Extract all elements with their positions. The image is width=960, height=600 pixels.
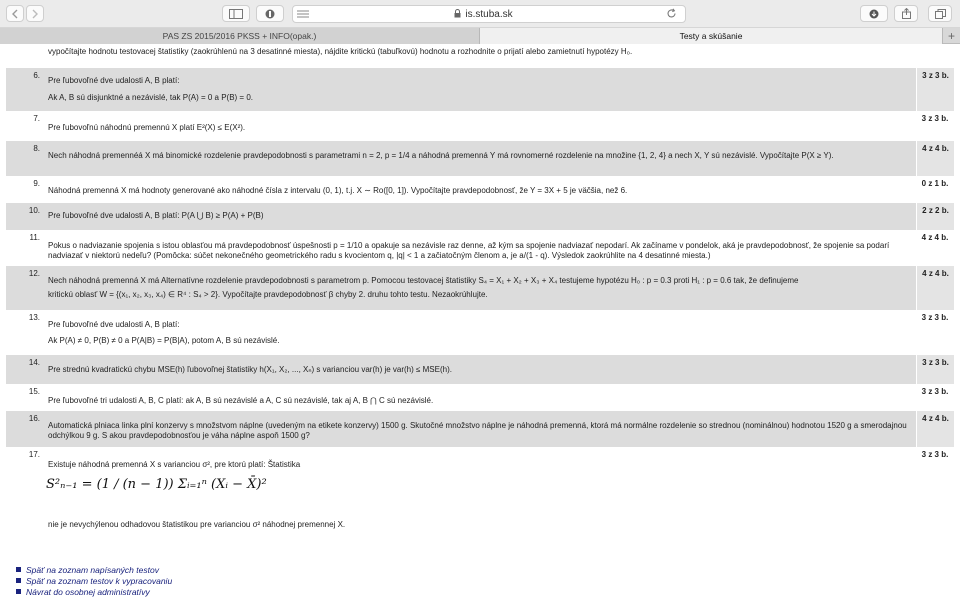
question-score: 2 z 2 b. (916, 203, 954, 230)
browser-toolbar: is.stuba.sk (0, 0, 960, 28)
back-button[interactable] (6, 5, 24, 22)
plus-icon: + (947, 29, 955, 43)
question-text: Pre ľubovoľné dve udalosti A, B platí: (48, 320, 180, 329)
link-personal-admin[interactable]: Návrat do osobnej administratívy (16, 586, 172, 597)
tab-bar: PAS ZS 2015/2016 PKSS + INFO(opak.) Test… (0, 28, 960, 44)
question-score: 3 z 3 b. (916, 447, 954, 537)
chevron-right-icon (32, 9, 38, 18)
question-score: 4 z 4 b. (916, 230, 954, 266)
question-number: 14. (28, 358, 40, 367)
question-number: 13. (28, 313, 40, 322)
question-number: 10. (28, 206, 40, 215)
link-back-pending-tests[interactable]: Späť na zoznam testov k vypracovaniu (16, 575, 172, 586)
question-number: 17. (28, 450, 40, 459)
tabs-icon (934, 8, 946, 19)
question-text: Pre strednú kvadratickú chybu MSE(h) ľub… (48, 365, 452, 374)
question-row: 16. Automatická plniaca linka plní konze… (6, 411, 954, 447)
question-text: Pre ľubovoľné dve udalosti A, B platí: P… (48, 211, 264, 220)
question-score: 0 z 1 b. (916, 176, 954, 203)
question-text: Nech náhodná premenná X má Alternatívne … (48, 276, 799, 285)
question-score: 3 z 3 b. (916, 310, 954, 355)
url-text: is.stuba.sk (465, 9, 513, 20)
question-text: Pokus o nadviazanie spojenia s istou obl… (48, 241, 890, 260)
question-number: 15. (28, 387, 40, 396)
bullet-icon (16, 589, 21, 594)
footer-links: Späť na zoznam napísaných testov Späť na… (16, 564, 172, 597)
variance-formula: S²ₙ₋₁ = (1 / (n − 1)) Σᵢ₌₁ⁿ (Xᵢ − X̄)² (46, 477, 267, 492)
question-text: Pre ľubovoľné tri udalosti A, B, C platí… (48, 396, 434, 405)
forward-button[interactable] (26, 5, 44, 22)
link-back-written-tests[interactable]: Späť na zoznam napísaných testov (16, 564, 172, 575)
lock-icon (454, 9, 461, 18)
question-text: nie je nevychýlenou odhadovou štatistiko… (48, 520, 346, 529)
question-row: 10. Pre ľubovoľné dve udalosti A, B plat… (6, 203, 954, 230)
question-text: Ak P(A) ≠ 0, P(B) ≠ 0 a P(A|B) = P(B|A),… (48, 336, 280, 345)
question-text: Pre ľubovoľnú náhodnú premennú X platí E… (48, 123, 246, 132)
question-text: Pre ľubovoľné dve udalosti A, B platí: (48, 76, 180, 85)
question-row: 12. Nech náhodná premenná X má Alternatí… (6, 266, 954, 310)
question-score: 4 z 4 b. (916, 266, 954, 310)
question-number: 11. (29, 233, 40, 242)
new-tab-button[interactable]: + (942, 28, 960, 44)
question-number: 9. (33, 179, 40, 188)
question-row: 17. Existuje náhodná premenná X s varian… (6, 447, 954, 537)
downloads-button[interactable] (860, 5, 888, 22)
question-row: 9. Náhodná premenná X má hodnoty generov… (6, 176, 954, 203)
question-text: Automatická plniaca linka plní konzervy … (48, 421, 907, 440)
question-row: 8. Nech náhodná premennéá X má binomické… (6, 141, 954, 176)
question-text: Ak A, B sú disjunktné a nezávislé, tak P… (48, 93, 253, 102)
question-number: 7. (33, 114, 40, 123)
tab-course[interactable]: PAS ZS 2015/2016 PKSS + INFO(opak.) (0, 28, 480, 44)
chevron-left-icon (12, 9, 18, 18)
sidebar-button[interactable] (222, 5, 250, 22)
bullet-icon (16, 567, 21, 572)
bullet-icon (16, 578, 21, 583)
question-number: 8. (33, 144, 40, 153)
share-icon (901, 8, 911, 19)
page-content: vypočítajte hodnotu testovacej štatistik… (0, 44, 960, 600)
question-number: 12. (28, 269, 40, 278)
tab-tests[interactable]: Testy a skúšanie (480, 28, 942, 44)
question-row: 15. Pre ľubovoľné tri udalosti A, B, C p… (6, 384, 954, 411)
shield-icon (265, 9, 275, 18)
question-text: Existuje náhodná premenná X s varianciou… (48, 460, 301, 469)
address-bar[interactable]: is.stuba.sk (292, 5, 686, 23)
intro-text: vypočítajte hodnotu testovacej štatistik… (48, 47, 633, 56)
question-row: 11. Pokus o nadviazanie spojenia s istou… (6, 230, 954, 266)
question-text: Náhodná premenná X má hodnoty generované… (48, 186, 628, 195)
question-score: 3 z 3 b. (916, 111, 954, 141)
sidebar-icon (229, 8, 243, 19)
question-row: 7. Pre ľubovoľnú náhodnú premennú X plat… (6, 111, 954, 141)
question-text: kritickú oblasť W = {(x₁, x₂, x₃, x₄) ∈ … (48, 290, 488, 299)
question-score: 4 z 4 b. (916, 141, 954, 176)
question-score: 3 z 3 b. (916, 384, 954, 411)
download-icon (869, 9, 879, 18)
question-score: 4 z 4 b. (916, 411, 954, 447)
share-button[interactable] (894, 5, 918, 22)
question-row: 6. Pre ľubovoľné dve udalosti A, B platí… (6, 68, 954, 111)
question-score: 3 z 3 b. (916, 68, 954, 111)
extension-button[interactable] (256, 5, 284, 22)
question-row: 14. Pre strednú kvadratickú chybu MSE(h)… (6, 355, 954, 384)
question-number: 16. (28, 414, 40, 423)
question-number: 6. (33, 71, 40, 80)
question-score: 3 z 3 b. (916, 355, 954, 384)
reload-icon[interactable] (666, 8, 677, 19)
tabs-overview-button[interactable] (928, 5, 952, 22)
question-text: Nech náhodná premennéá X má binomické ro… (48, 151, 834, 160)
question-row: 13. Pre ľubovoľné dve udalosti A, B plat… (6, 310, 954, 355)
